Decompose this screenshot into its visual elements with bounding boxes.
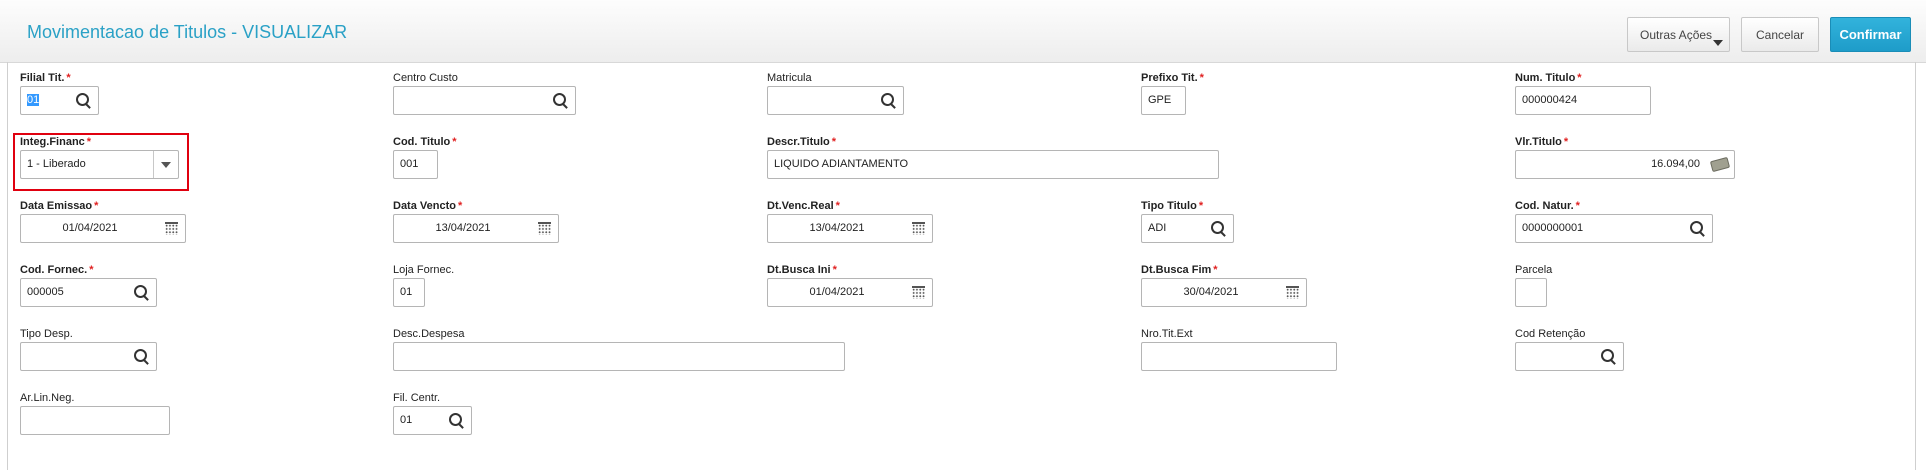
field-data-emissao: Data Emissao * 01/04/2021 — [20, 200, 190, 250]
field-dt-busca-ini: Dt.Busca Ini * 01/04/2021 — [767, 264, 937, 314]
prefixo-tit-input[interactable]: GPE — [1141, 86, 1186, 115]
field-label: Tipo Titulo * — [1141, 200, 1204, 212]
field-label: Vlr.Titulo * — [1515, 136, 1569, 148]
cod-retencao-input[interactable] — [1515, 342, 1624, 371]
field-ar-lin-neg: Ar.Lin.Neg. — [20, 392, 180, 442]
field-prefixo-tit: Prefixo Tit. * GPE — [1141, 72, 1241, 122]
field-label: Descr.Titulo * — [767, 136, 837, 148]
cancel-button[interactable]: Cancelar — [1741, 17, 1819, 52]
num-titulo-input[interactable]: 000000424 — [1515, 86, 1651, 115]
field-parcela: Parcela — [1515, 264, 1615, 314]
chevron-down-icon — [1713, 40, 1723, 46]
search-icon[interactable] — [1684, 215, 1712, 242]
outras-acoes-label: Outras Ações — [1640, 27, 1713, 42]
search-icon[interactable] — [1205, 215, 1233, 242]
search-icon[interactable] — [875, 87, 903, 114]
field-label: Data Emissao * — [20, 200, 99, 212]
field-label: Cod. Natur. * — [1515, 200, 1580, 212]
field-label: Tipo Desp. — [20, 328, 73, 340]
field-filial-tit: Filial Tit. * 01 — [20, 72, 110, 122]
field-label: Dt.Venc.Real * — [767, 200, 840, 212]
loja-fornec-input[interactable]: 01 — [393, 278, 425, 307]
field-label: Prefixo Tit. * — [1141, 72, 1204, 84]
tipo-titulo-input[interactable]: ADI — [1141, 214, 1234, 243]
desc-despesa-input[interactable] — [393, 342, 845, 371]
calendar-icon[interactable] — [904, 215, 932, 242]
fil-centr-input[interactable]: 01 — [393, 406, 472, 435]
search-icon[interactable] — [128, 279, 156, 306]
field-cod-retencao: Cod Retenção — [1515, 328, 1635, 378]
filial-tit-input[interactable]: 01 — [20, 86, 99, 115]
field-tipo-titulo: Tipo Titulo * ADI — [1141, 200, 1241, 250]
parcela-input[interactable] — [1515, 278, 1547, 307]
search-icon[interactable] — [1595, 343, 1623, 370]
field-tipo-desp: Tipo Desp. — [20, 328, 170, 378]
descr-titulo-input[interactable]: LIQUIDO ADIANTAMENTO — [767, 150, 1219, 179]
field-fil-centr: Fil. Centr. 01 — [393, 392, 493, 442]
field-label: Cod Retenção — [1515, 328, 1586, 340]
field-dt-busca-fim: Dt.Busca Fim * 30/04/2021 — [1141, 264, 1311, 314]
field-label: Nro.Tit.Ext — [1141, 328, 1193, 340]
data-vencto-input[interactable]: 13/04/2021 — [393, 214, 559, 243]
field-label: Filial Tit. * — [20, 72, 71, 84]
field-label: Cod. Titulo * — [393, 136, 457, 148]
calendar-icon[interactable] — [1278, 279, 1306, 306]
nro-tit-ext-input[interactable] — [1141, 342, 1337, 371]
confirm-button[interactable]: Confirmar — [1830, 17, 1911, 52]
matricula-input[interactable] — [767, 86, 904, 115]
field-cod-natur: Cod. Natur. * 0000000001 — [1515, 200, 1715, 250]
field-vlr-titulo: Vlr.Titulo * 16.094,00 — [1515, 136, 1735, 186]
field-label: Cod. Fornec. * — [20, 264, 94, 276]
search-icon[interactable] — [128, 343, 156, 370]
field-label: Num. Titulo * — [1515, 72, 1582, 84]
field-descr-titulo: Descr.Titulo * LIQUIDO ADIANTAMENTO — [767, 136, 1227, 186]
field-label: Dt.Busca Fim * — [1141, 264, 1218, 276]
cod-natur-input[interactable]: 0000000001 — [1515, 214, 1713, 243]
ar-lin-neg-input[interactable] — [20, 406, 170, 435]
field-integ-financ: Integ.Financ * 1 - Liberado — [20, 136, 190, 186]
money-icon[interactable] — [1706, 151, 1734, 178]
vlr-titulo-input[interactable]: 16.094,00 — [1515, 150, 1735, 179]
field-label: Parcela — [1515, 264, 1553, 276]
field-nro-tit-ext: Nro.Tit.Ext — [1141, 328, 1341, 378]
search-icon[interactable] — [70, 87, 98, 114]
calendar-icon[interactable] — [157, 215, 185, 242]
search-icon[interactable] — [547, 87, 575, 114]
field-cod-fornec: Cod. Fornec. * 000005 — [20, 264, 170, 314]
field-label: Ar.Lin.Neg. — [20, 392, 75, 404]
data-emissao-input[interactable]: 01/04/2021 — [20, 214, 186, 243]
field-data-vencto: Data Vencto * 13/04/2021 — [393, 200, 563, 250]
header-bar: Movimentacao de Titulos - VISUALIZAR Out… — [0, 0, 1926, 63]
cod-fornec-input[interactable]: 000005 — [20, 278, 157, 307]
dt-busca-fim-input[interactable]: 30/04/2021 — [1141, 278, 1307, 307]
field-label: Loja Fornec. — [393, 264, 455, 276]
centro-custo-input[interactable] — [393, 86, 576, 115]
field-matricula: Matricula — [767, 72, 967, 122]
chevron-down-icon — [161, 162, 171, 168]
field-cod-titulo: Cod. Titulo * 001 — [393, 136, 493, 186]
calendar-icon[interactable] — [904, 279, 932, 306]
field-dt-venc-real: Dt.Venc.Real * 13/04/2021 — [767, 200, 937, 250]
dt-busca-ini-input[interactable]: 01/04/2021 — [767, 278, 933, 307]
outras-acoes-button[interactable]: Outras Ações — [1627, 17, 1730, 52]
field-label: Dt.Busca Ini * — [767, 264, 837, 276]
field-loja-fornec: Loja Fornec. 01 — [393, 264, 493, 314]
field-desc-despesa: Desc.Despesa — [393, 328, 853, 378]
field-label: Fil. Centr. — [393, 392, 441, 404]
field-label: Integ.Financ * — [20, 136, 92, 148]
calendar-icon[interactable] — [530, 215, 558, 242]
field-num-titulo: Num. Titulo * 000000424 — [1515, 72, 1715, 122]
cod-titulo-input[interactable]: 001 — [393, 150, 438, 179]
field-label: Data Vencto * — [393, 200, 463, 212]
field-label: Matricula — [767, 72, 812, 84]
page-title: Movimentacao de Titulos - VISUALIZAR — [27, 22, 348, 42]
form-panel — [7, 62, 1916, 470]
dt-venc-real-input[interactable]: 13/04/2021 — [767, 214, 933, 243]
integ-financ-select[interactable]: 1 - Liberado — [20, 150, 179, 179]
field-label: Centro Custo — [393, 72, 458, 84]
field-label: Desc.Despesa — [393, 328, 465, 340]
tipo-desp-input[interactable] — [20, 342, 157, 371]
search-icon[interactable] — [443, 407, 471, 434]
field-centro-custo: Centro Custo — [393, 72, 593, 122]
